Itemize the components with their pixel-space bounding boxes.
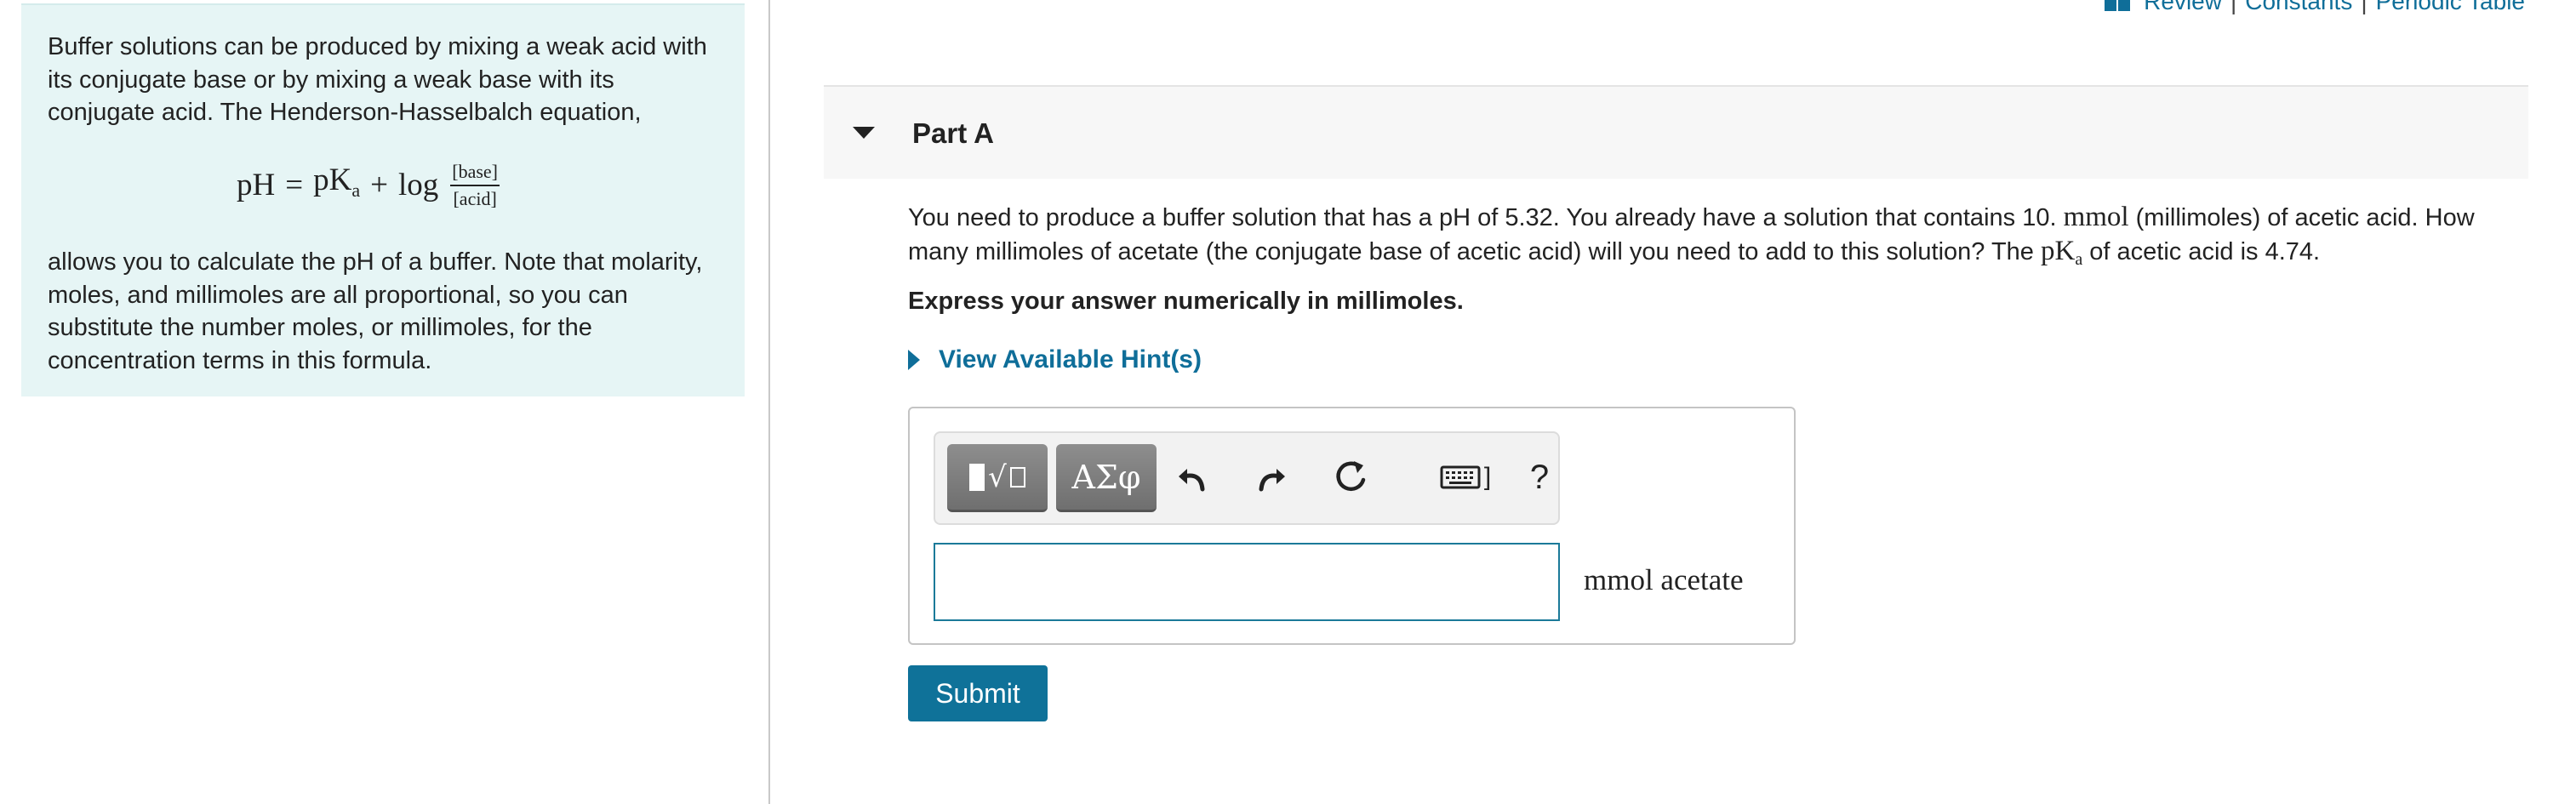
henderson-hasselbalch-equation: pH = pKa + log [base] [acid] bbox=[237, 151, 500, 220]
eq-fraction: [base] [acid] bbox=[450, 160, 500, 211]
eq-log: log bbox=[397, 167, 439, 202]
book-icon bbox=[2105, 0, 2131, 11]
templates-icon: √ bbox=[969, 463, 1025, 492]
resource-links: Review | Constants | Periodic Table bbox=[2105, 0, 2525, 15]
eq-equals: = bbox=[285, 167, 304, 202]
link-separator: | bbox=[2230, 0, 2237, 14]
help-button[interactable]: ? bbox=[1514, 452, 1565, 503]
eq-numerator: [base] bbox=[450, 160, 500, 186]
reset-icon[interactable] bbox=[1325, 452, 1376, 503]
link-separator: | bbox=[2361, 0, 2368, 14]
caret-right-icon bbox=[908, 350, 920, 370]
answer-input[interactable] bbox=[934, 543, 1560, 621]
intro-panel: Buffer solutions can be produced by mixi… bbox=[21, 3, 745, 396]
keyboard-icon[interactable]: ] bbox=[1427, 452, 1504, 503]
mmol-unit: mmol bbox=[2063, 202, 2129, 232]
eq-denominator: [acid] bbox=[453, 188, 497, 209]
eq-ph: pH bbox=[237, 167, 276, 202]
keyboard-bracket: ] bbox=[1483, 463, 1492, 491]
view-hints-toggle[interactable]: View Available Hint(s) bbox=[908, 345, 1202, 374]
review-link[interactable]: Review bbox=[2144, 0, 2222, 15]
periodic-table-link[interactable]: Periodic Table bbox=[2376, 0, 2525, 15]
question-text: You need to produce a buffer solution th… bbox=[908, 202, 2475, 269]
math-toolbar: √ ΑΣφ ] ? bbox=[934, 431, 1560, 525]
answer-instruction: Express your answer numerically in milli… bbox=[908, 288, 1464, 315]
undo-icon[interactable] bbox=[1167, 452, 1218, 503]
column-divider bbox=[768, 0, 770, 804]
symbols-button[interactable]: ΑΣφ bbox=[1056, 444, 1157, 512]
intro-paragraph-2: allows you to calculate the pH of a buff… bbox=[48, 248, 703, 374]
intro-paragraph-1: Buffer solutions can be produced by mixi… bbox=[48, 33, 707, 126]
part-a-header[interactable]: Part A bbox=[824, 87, 2528, 179]
view-hints-label[interactable]: View Available Hint(s) bbox=[939, 345, 1202, 374]
submit-button[interactable]: Submit bbox=[908, 665, 1048, 721]
pka-symbol: pKa bbox=[2040, 236, 2083, 269]
eq-pk: pKa bbox=[313, 162, 361, 201]
answer-unit: mmol acetate bbox=[1584, 563, 1744, 596]
templates-button[interactable]: √ bbox=[947, 444, 1048, 512]
eq-plus: + bbox=[370, 167, 388, 202]
constants-link[interactable]: Constants bbox=[2245, 0, 2352, 15]
answer-box: √ ΑΣφ ] ? mmol acetate bbox=[908, 407, 1796, 645]
chevron-down-icon[interactable] bbox=[853, 127, 875, 139]
part-title: Part A bbox=[912, 117, 994, 149]
redo-icon[interactable] bbox=[1246, 452, 1297, 503]
